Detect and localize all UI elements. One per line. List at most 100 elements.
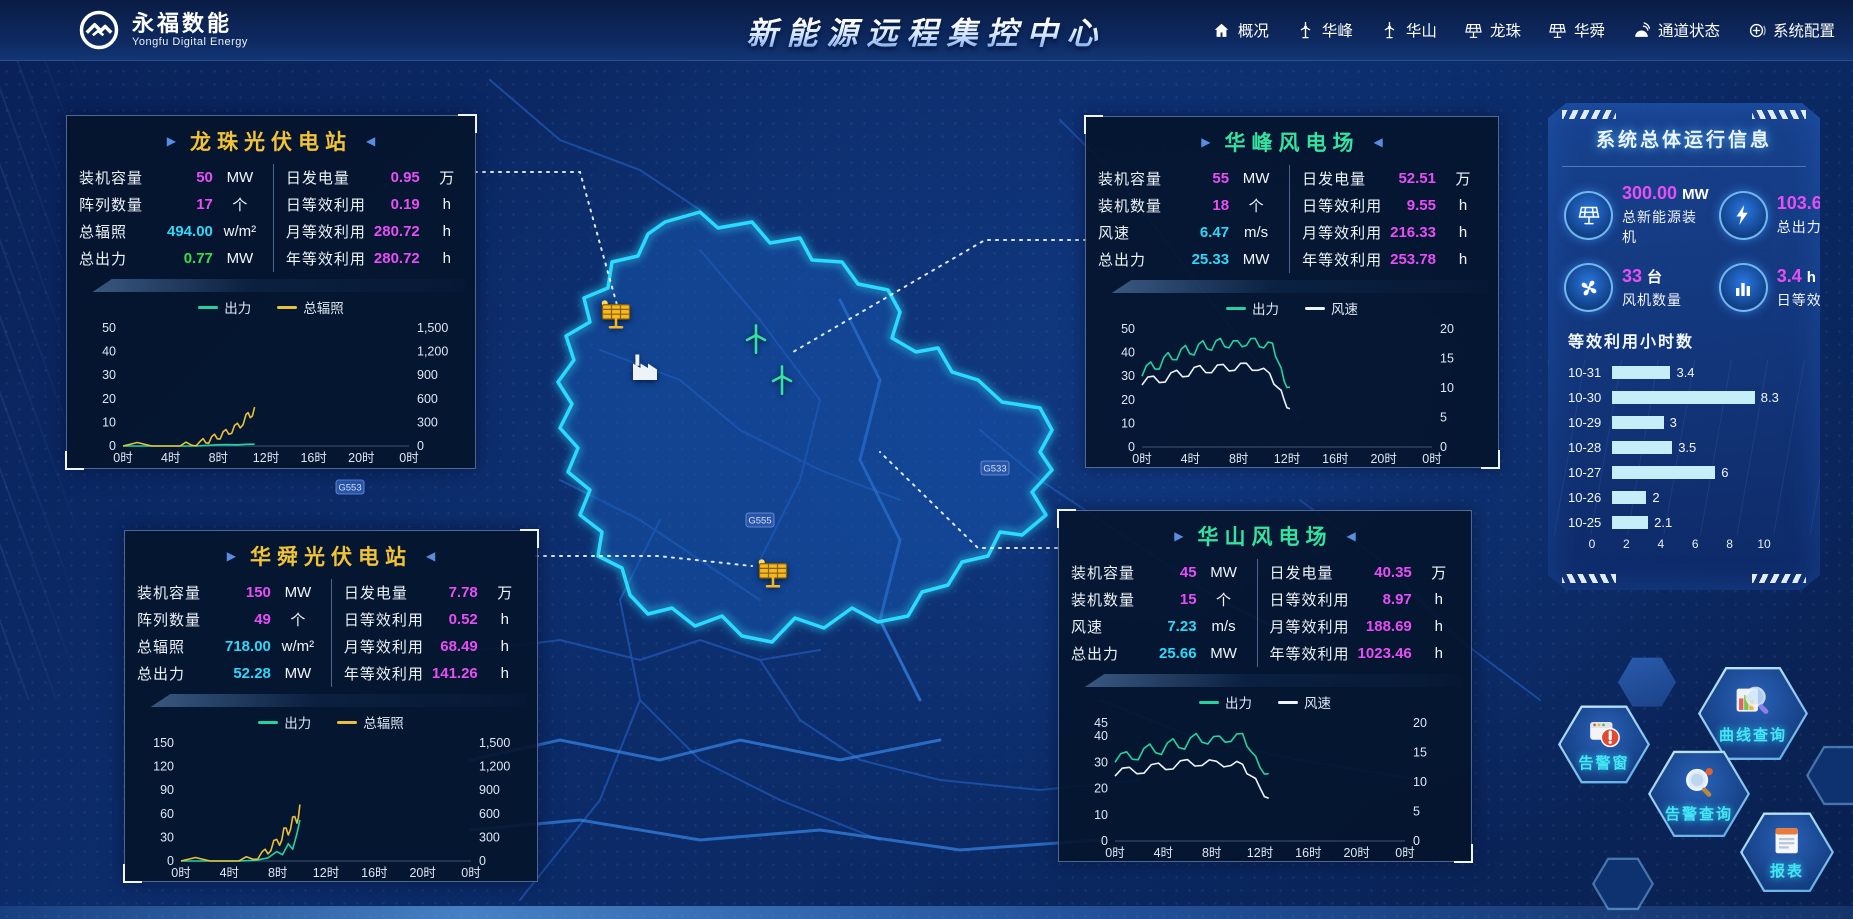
stat-unit: MW [1201, 645, 1247, 662]
stat-label: 风速 [1071, 616, 1159, 637]
bar-value-label: 3.5 [1678, 440, 1696, 455]
lightning-icon [1719, 191, 1768, 240]
svg-text:20时: 20时 [1370, 452, 1397, 466]
nav-item-label: 系统配置 [1773, 19, 1835, 41]
svg-text:20时: 20时 [409, 866, 436, 880]
stat-row: 年等效利用280.72h [286, 245, 470, 272]
stats-column-right: 日发电量0.95万日等效利用0.19h月等效利用280.72h年等效利用280.… [273, 164, 470, 272]
svg-text:10: 10 [102, 415, 116, 429]
stat-row: 日发电量7.78万 [344, 579, 528, 606]
legend-line-swatch [1226, 307, 1246, 310]
bar-value-label: 3.4 [1676, 365, 1694, 380]
stat-unit: 个 [275, 609, 321, 630]
nav-item-概况[interactable]: 概况 [1212, 19, 1269, 41]
stat-value: 25.66 [1159, 645, 1201, 662]
station-chart: 15012090603001,5001,20090060030000时4时8时1… [125, 733, 537, 886]
legend-label: 总辐照 [303, 297, 344, 317]
station-title-row: ▶龙珠光伏电站◀ [67, 116, 475, 162]
station-line-chart: 45403020100201510500时4时8时12时16时20时0时 [1069, 713, 1461, 861]
stat-value: 280.72 [374, 223, 424, 240]
stat-value: 1023.46 [1358, 645, 1416, 662]
stat-row: 阵列数量49个 [137, 606, 321, 633]
stat-label: 总出力 [1071, 643, 1159, 664]
stats-column-left: 装机容量150MW阵列数量49个总辐照718.00w/m²总出力52.28MW [137, 579, 331, 687]
stat-unit: h [424, 196, 470, 213]
svg-text:12时: 12时 [313, 866, 340, 880]
svg-text:30: 30 [160, 830, 174, 844]
svg-text:8时: 8时 [1229, 452, 1249, 466]
map-marker-factory-icon-1[interactable] [627, 350, 663, 386]
bar-fill [1612, 391, 1755, 404]
stat-unit: m/s [1201, 618, 1247, 635]
svg-text:20: 20 [1094, 782, 1108, 796]
divider [1562, 166, 1806, 167]
bar-category-label: 10-26 [1568, 490, 1612, 505]
stat-label: 总出力 [79, 248, 167, 269]
station-stats: 装机容量50MW阵列数量17个总辐照494.00w/m²总出力0.77MW日发电… [67, 162, 475, 272]
logo-name-en: Yongfu Digital Energy [132, 36, 248, 48]
stat-value: 8.97 [1358, 591, 1416, 608]
svg-text:10: 10 [1094, 808, 1108, 822]
stat-row: 日等效利用0.52h [344, 606, 528, 633]
bar-fill [1612, 441, 1672, 454]
stat-unit: h [482, 638, 528, 655]
svg-text:1,500: 1,500 [479, 736, 510, 750]
stat-value: 52.51 [1390, 170, 1440, 187]
legend-line-swatch [198, 306, 218, 309]
nav-item-通道状态[interactable]: 通道状态 [1632, 19, 1720, 41]
svg-text:20: 20 [1440, 322, 1454, 336]
stat-value: 0.95 [374, 169, 424, 186]
bar-axis-tick: 8 [1726, 537, 1733, 551]
svg-text:900: 900 [479, 783, 500, 797]
nav-item-龙珠[interactable]: 龙珠 [1464, 19, 1521, 41]
hex-button-label: 告警查询 [1665, 803, 1733, 824]
map-marker-wind-turbine-map-icon-3[interactable] [764, 363, 800, 399]
svg-text:4时: 4时 [220, 866, 240, 880]
bar-axis-tick: 10 [1757, 537, 1770, 551]
stat-unit: MW [275, 584, 321, 601]
corner-bracket [123, 864, 142, 883]
stat-row: 装机容量55MW [1098, 165, 1279, 192]
stat-value: 494.00 [167, 223, 217, 240]
nav-item-华舜[interactable]: 华舜 [1548, 19, 1605, 41]
stat-unit: 个 [217, 194, 263, 215]
map-marker-wind-turbine-map-icon-2[interactable] [738, 322, 774, 358]
bar-row: 10-262 [1568, 485, 1804, 510]
svg-text:40: 40 [102, 345, 116, 359]
bar-axis-tick: 6 [1692, 537, 1699, 551]
stat-row: 月等效利用280.72h [286, 218, 470, 245]
svg-text:150: 150 [153, 736, 174, 750]
map-marker-solar-station-icon-4[interactable] [755, 557, 791, 593]
bar-row: 10-276 [1568, 460, 1804, 485]
corner-bracket [1481, 450, 1500, 469]
station-chart: 50403020100201510500时4时8时12时16时20时0时 [1086, 319, 1498, 472]
stripe-decor [1752, 574, 1806, 583]
stat-label: 装机数量 [1071, 589, 1159, 610]
stat-row: 日发电量40.35万 [1270, 559, 1462, 586]
nav-item-系统配置[interactable]: 系统配置 [1747, 19, 1835, 41]
legend-item: 风速 [1278, 692, 1331, 712]
map-marker-solar-station-icon-0[interactable] [598, 298, 634, 334]
stripe-decor [1562, 574, 1616, 583]
legend-item: 出力 [198, 297, 251, 317]
svg-text:120: 120 [153, 760, 174, 774]
stat-unit: h [424, 250, 470, 267]
svg-text:12时: 12时 [1274, 452, 1301, 466]
tile-unit: MW [1682, 186, 1709, 203]
stat-label: 风速 [1098, 222, 1186, 243]
curve-query-icon [1731, 682, 1775, 721]
stat-value: 17 [167, 196, 217, 213]
chart-legend: 出力 总辐照 [67, 296, 475, 318]
stat-label: 日发电量 [344, 582, 432, 603]
stat-row: 风速7.23m/s [1071, 613, 1247, 640]
nav-item-华峰[interactable]: 华峰 [1296, 19, 1353, 41]
stat-value: 25.33 [1186, 251, 1233, 268]
station-title: 华山风电场 [1198, 521, 1333, 551]
tile-label: 总新能源装机 [1622, 207, 1709, 247]
legend-label: 出力 [1225, 692, 1252, 712]
fan-icon [1564, 263, 1613, 312]
svg-text:5: 5 [1413, 805, 1420, 819]
legend-line-swatch [258, 721, 278, 724]
bar-row: 10-313.4 [1568, 360, 1804, 385]
nav-item-华山[interactable]: 华山 [1380, 19, 1437, 41]
